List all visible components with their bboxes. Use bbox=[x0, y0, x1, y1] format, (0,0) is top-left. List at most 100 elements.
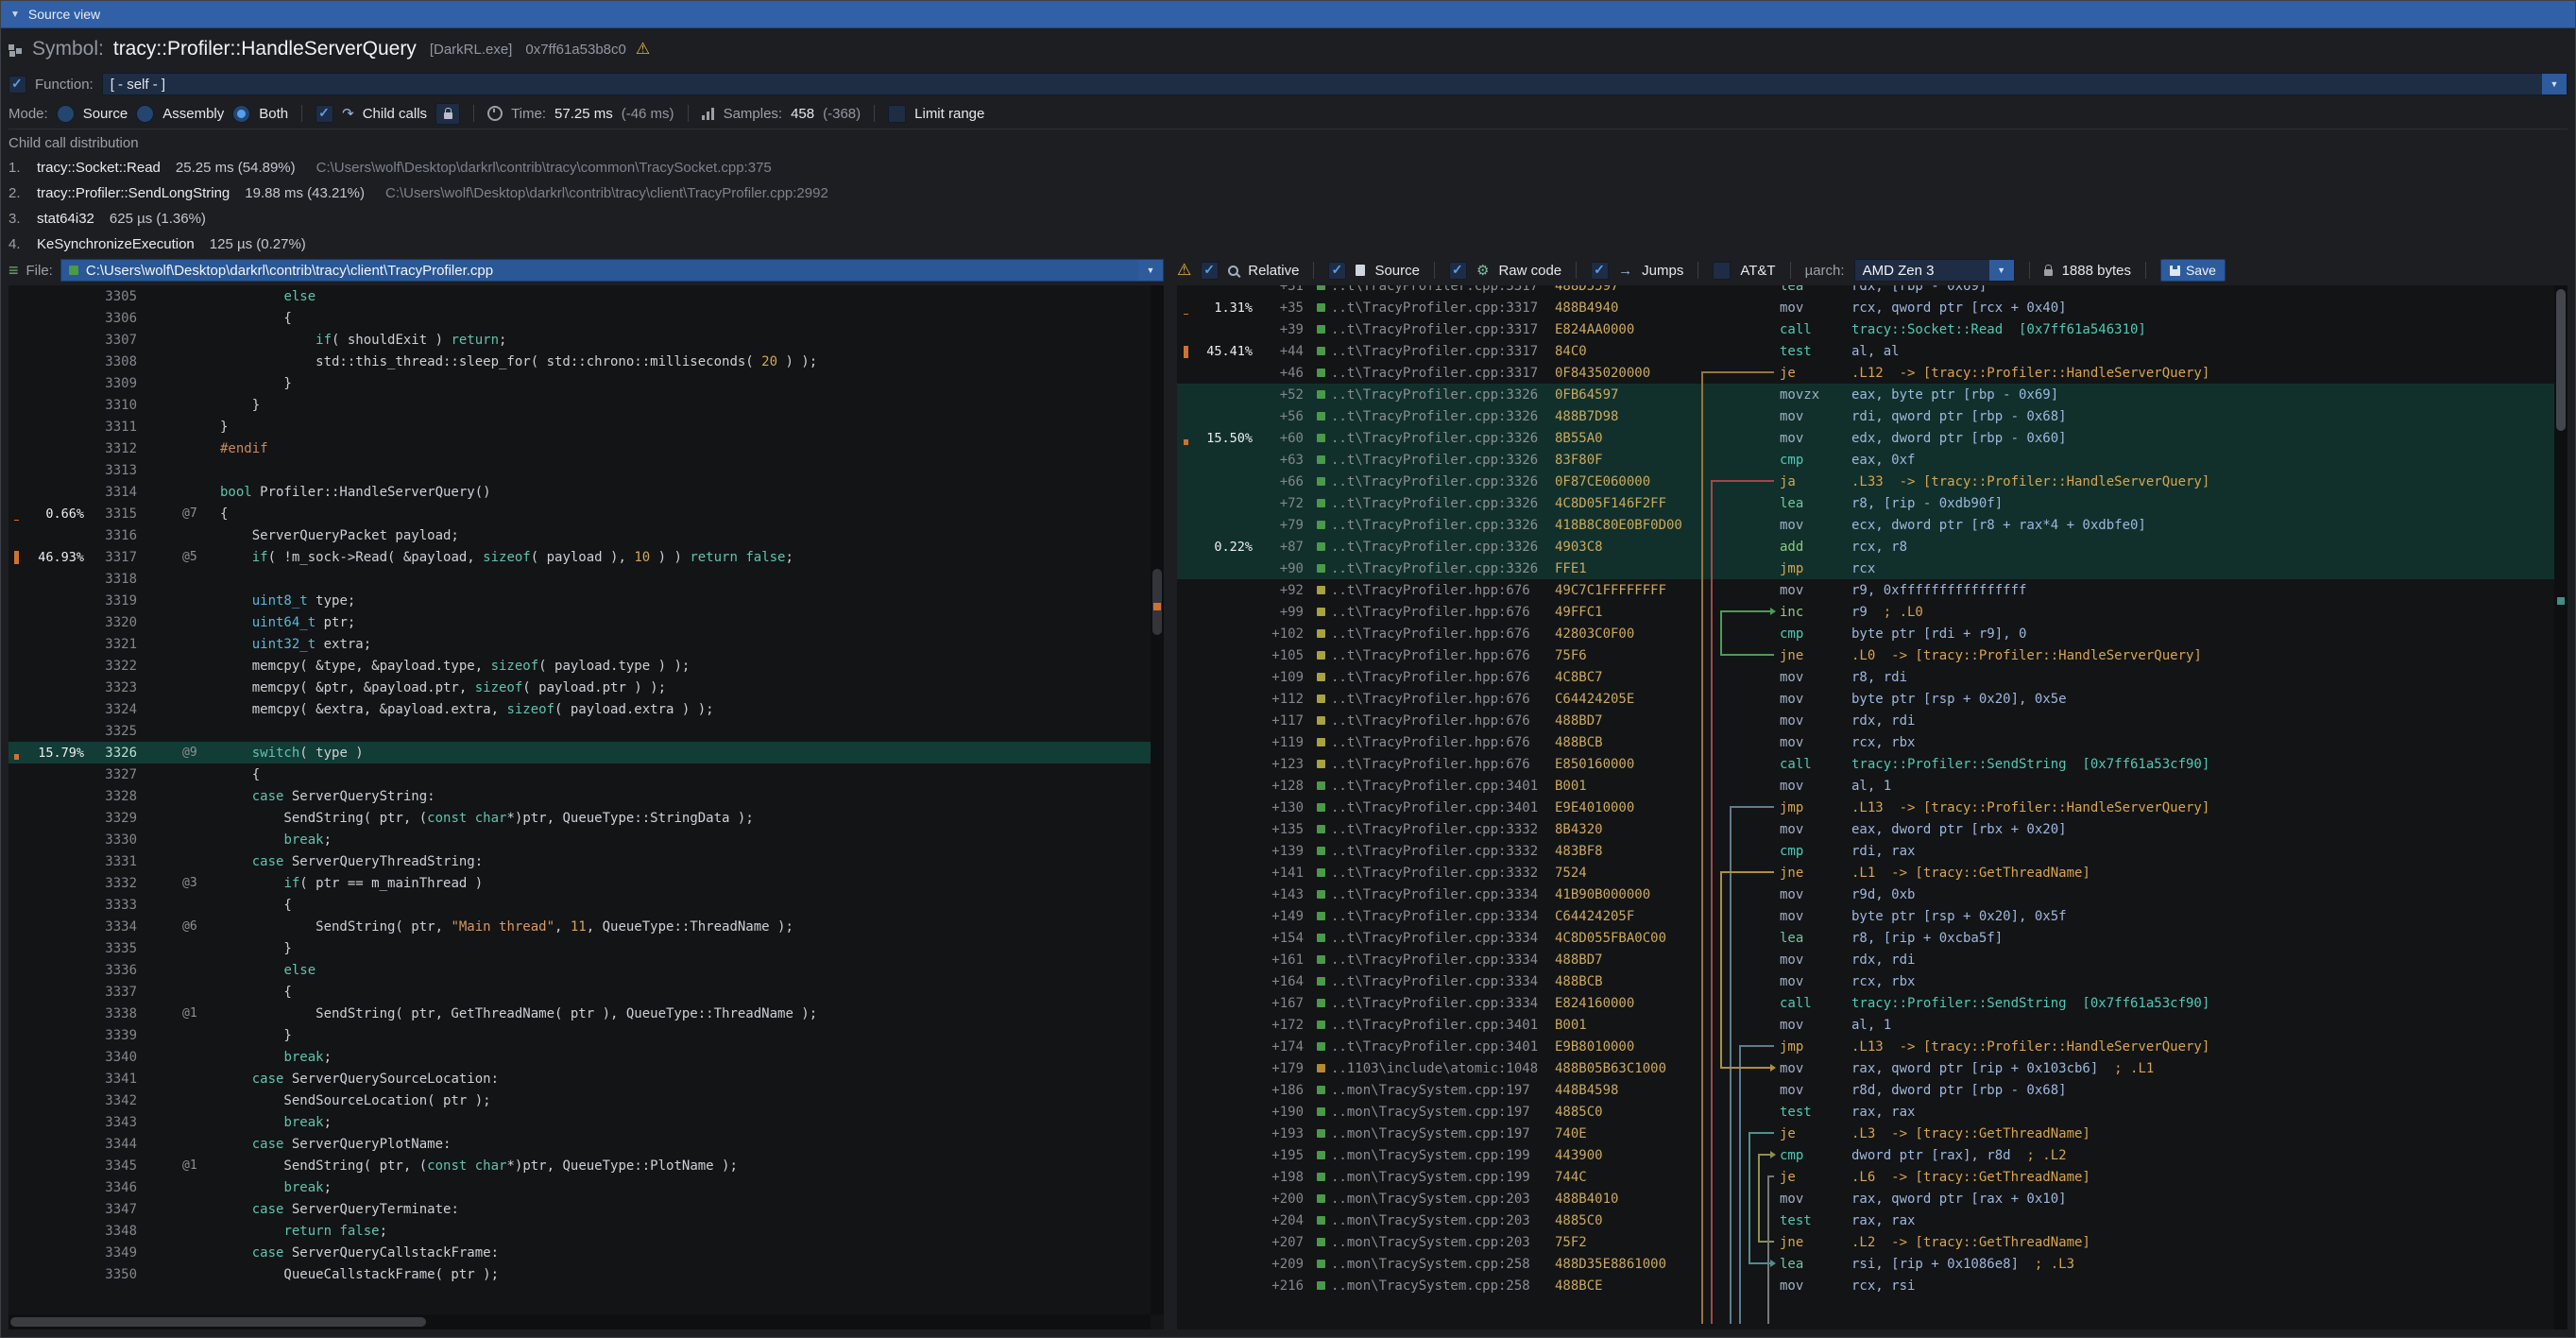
asm-source-location[interactable]: ..mon\TracySystem.cpp:199 bbox=[1304, 1170, 1555, 1185]
collapse-icon[interactable]: ▼ bbox=[10, 9, 20, 20]
asm-source-location[interactable]: ..t\TracyProfiler.cpp:3332 bbox=[1304, 822, 1555, 837]
asm-row[interactable]: +179..1103\include\atomic:1048488B05B63C… bbox=[1177, 1057, 2554, 1079]
source-line[interactable]: 3318 bbox=[9, 568, 1151, 590]
asm-row[interactable]: +143..t\TracyProfiler.cpp:333441B90B0000… bbox=[1177, 883, 2554, 905]
titlebar[interactable]: ▼ Source view bbox=[1, 1, 2575, 28]
asm-source-location[interactable]: ..t\TracyProfiler.cpp:3326 bbox=[1304, 409, 1555, 424]
source-line[interactable]: 15.79%3326@9 switch( type ) bbox=[9, 742, 1151, 763]
source-line[interactable]: 3312#endif bbox=[9, 437, 1151, 459]
source-line[interactable]: 3325 bbox=[9, 720, 1151, 742]
asm-row[interactable]: 0.22%+87..t\TracyProfiler.cpp:33264903C8… bbox=[1177, 536, 2554, 558]
source-line[interactable]: 3319 uint8_t type; bbox=[9, 590, 1151, 611]
source-line[interactable]: 3321 uint32_t extra; bbox=[9, 633, 1151, 655]
source-line[interactable]: 3314bool Profiler::HandleServerQuery() bbox=[9, 481, 1151, 503]
asm-source-location[interactable]: ..t\TracyProfiler.cpp:3317 bbox=[1304, 344, 1555, 359]
asm-source-location[interactable]: ..mon\TracySystem.cpp:197 bbox=[1304, 1083, 1555, 1098]
source-line[interactable]: 3331 case ServerQueryThreadString: bbox=[9, 850, 1151, 872]
asm-row[interactable]: +130..t\TracyProfiler.cpp:3401E9E4010000… bbox=[1177, 797, 2554, 818]
asm-row[interactable]: +209..mon\TracySystem.cpp:258488D35E8861… bbox=[1177, 1253, 2554, 1275]
asm-row[interactable]: 15.50%+60..t\TracyProfiler.cpp:33268B55A… bbox=[1177, 427, 2554, 449]
radio-both[interactable] bbox=[232, 105, 250, 123]
asm-source-location[interactable]: ..mon\TracySystem.cpp:258 bbox=[1304, 1257, 1555, 1272]
asm-row[interactable]: +216..mon\TracySystem.cpp:258488BCEmovrc… bbox=[1177, 1275, 2554, 1296]
asm-source-location[interactable]: ..mon\TracySystem.cpp:199 bbox=[1304, 1148, 1555, 1163]
asm-source-location[interactable]: ..t\TracyProfiler.hpp:676 bbox=[1304, 670, 1555, 685]
asm-row[interactable]: 45.41%+44..t\TracyProfiler.cpp:331784C0t… bbox=[1177, 340, 2554, 362]
source-line[interactable]: 3333 { bbox=[9, 894, 1151, 916]
asm-source-location[interactable]: ..t\TracyProfiler.cpp:3334 bbox=[1304, 952, 1555, 968]
source-line[interactable]: 3323 memcpy( &ptr, &payload.ptr, sizeof(… bbox=[9, 677, 1151, 698]
source-line[interactable]: 3307 if( shouldExit ) return; bbox=[9, 329, 1151, 351]
jumps-checkbox[interactable] bbox=[1591, 262, 1609, 280]
source-line[interactable]: 0.66%3315@7{ bbox=[9, 503, 1151, 524]
radio-source[interactable] bbox=[57, 105, 75, 123]
asm-row[interactable]: +207..mon\TracySystem.cpp:20375F2jne.L2 … bbox=[1177, 1231, 2554, 1253]
asm-row[interactable]: +46..t\TracyProfiler.cpp:33170F843502000… bbox=[1177, 362, 2554, 384]
asm-source-location[interactable]: ..t\TracyProfiler.cpp:3401 bbox=[1304, 779, 1555, 794]
source-line[interactable]: 3342 SendSourceLocation( ptr ); bbox=[9, 1089, 1151, 1111]
source-line[interactable]: 3350 QueueCallstackFrame( ptr ); bbox=[9, 1263, 1151, 1285]
chevron-down-icon[interactable]: ▼ bbox=[2542, 74, 2567, 94]
pane-splitter[interactable] bbox=[1164, 285, 1177, 1329]
source-line[interactable]: 3324 memcpy( &extra, &payload.extra, siz… bbox=[9, 698, 1151, 720]
asm-row[interactable]: +154..t\TracyProfiler.cpp:33344C8D055FBA… bbox=[1177, 927, 2554, 949]
asm-row[interactable]: +52..t\TracyProfiler.cpp:33260FB64597mov… bbox=[1177, 384, 2554, 405]
asm-source-location[interactable]: ..mon\TracySystem.cpp:258 bbox=[1304, 1278, 1555, 1294]
source-line[interactable]: 3320 uint64_t ptr; bbox=[9, 611, 1151, 633]
asm-row[interactable]: +102..t\TracyProfiler.hpp:67642803C0F00c… bbox=[1177, 623, 2554, 644]
asm-source-location[interactable]: ..mon\TracySystem.cpp:197 bbox=[1304, 1126, 1555, 1141]
source-line[interactable]: 3330 break; bbox=[9, 829, 1151, 850]
source-line[interactable]: 3346 break; bbox=[9, 1176, 1151, 1198]
asm-row[interactable]: +164..t\TracyProfiler.cpp:3334488BCBmovr… bbox=[1177, 970, 2554, 992]
asm-row[interactable]: +31..t\TracyProfiler.cpp:3317488D5597lea… bbox=[1177, 285, 2554, 297]
asm-source-location[interactable]: ..t\TracyProfiler.cpp:3326 bbox=[1304, 453, 1555, 468]
source-line[interactable]: 3340 break; bbox=[9, 1046, 1151, 1068]
source-line[interactable]: 3349 case ServerQueryCallstackFrame: bbox=[9, 1242, 1151, 1263]
asm-source-location[interactable]: ..t\TracyProfiler.cpp:3332 bbox=[1304, 866, 1555, 881]
asm-source-location[interactable]: ..t\TracyProfiler.hpp:676 bbox=[1304, 583, 1555, 598]
source-line[interactable]: 3313 bbox=[9, 459, 1151, 481]
source-line[interactable]: 3336 else bbox=[9, 959, 1151, 981]
asm-source-location[interactable]: ..t\TracyProfiler.cpp:3401 bbox=[1304, 1039, 1555, 1055]
function-checkbox[interactable] bbox=[9, 76, 26, 94]
asm-source-location[interactable]: ..t\TracyProfiler.cpp:3332 bbox=[1304, 844, 1555, 859]
source-line[interactable]: 3335 } bbox=[9, 937, 1151, 959]
save-button[interactable]: Save bbox=[2160, 259, 2226, 282]
source-vertical-scrollbar-thumb[interactable] bbox=[1152, 569, 1162, 635]
asm-row[interactable]: +66..t\TracyProfiler.cpp:33260F87CE06000… bbox=[1177, 471, 2554, 492]
asm-source-location[interactable]: ..mon\TracySystem.cpp:203 bbox=[1304, 1213, 1555, 1228]
asm-source-location[interactable]: ..t\TracyProfiler.cpp:3334 bbox=[1304, 974, 1555, 989]
asm-source-location[interactable]: ..t\TracyProfiler.cpp:3326 bbox=[1304, 387, 1555, 403]
asm-row[interactable]: +92..t\TracyProfiler.hpp:67649C7C1FFFFFF… bbox=[1177, 579, 2554, 601]
asm-row[interactable]: +117..t\TracyProfiler.hpp:676488BD7movrd… bbox=[1177, 710, 2554, 731]
asm-source-location[interactable]: ..t\TracyProfiler.hpp:676 bbox=[1304, 713, 1555, 729]
asm-source-location[interactable]: ..t\TracyProfiler.cpp:3334 bbox=[1304, 931, 1555, 946]
asm-row[interactable]: +105..t\TracyProfiler.hpp:67675F6jne.L0 … bbox=[1177, 644, 2554, 666]
source-line[interactable]: 3332@3 if( ptr == m_mainThread ) bbox=[9, 872, 1151, 894]
asm-row[interactable]: +141..t\TracyProfiler.cpp:33327524jne.L1… bbox=[1177, 862, 2554, 883]
asm-row[interactable]: 1.31%+35..t\TracyProfiler.cpp:3317488B49… bbox=[1177, 297, 2554, 318]
asm-source-location[interactable]: ..t\TracyProfiler.cpp:3334 bbox=[1304, 887, 1555, 902]
asm-row[interactable]: +195..mon\TracySystem.cpp:199443900cmpdw… bbox=[1177, 1144, 2554, 1166]
child-call-function[interactable]: KeSynchronizeExecution bbox=[37, 232, 195, 253]
file-combo[interactable]: C:\Users\wolf\Desktop\darkrl\contrib\tra… bbox=[60, 259, 1164, 282]
asm-row[interactable]: +63..t\TracyProfiler.cpp:332683F80Fcmpea… bbox=[1177, 449, 2554, 471]
asm-source-location[interactable]: ..mon\TracySystem.cpp:203 bbox=[1304, 1235, 1555, 1250]
relative-checkbox[interactable] bbox=[1201, 262, 1219, 280]
child-call-function[interactable]: tracy::Socket::Read bbox=[37, 155, 161, 180]
asm-source-location[interactable]: ..t\TracyProfiler.cpp:3326 bbox=[1304, 496, 1555, 511]
source-line[interactable]: 3345@1 SendString( ptr, (const char*)ptr… bbox=[9, 1155, 1151, 1176]
asm-source-location[interactable]: ..mon\TracySystem.cpp:203 bbox=[1304, 1192, 1555, 1207]
asm-row[interactable]: +72..t\TracyProfiler.cpp:33264C8D05F146F… bbox=[1177, 492, 2554, 514]
source-line[interactable]: 3305 else bbox=[9, 285, 1151, 307]
source-line[interactable]: 3322 memcpy( &type, &payload.type, sizeo… bbox=[9, 655, 1151, 677]
asm-row[interactable]: +109..t\TracyProfiler.hpp:6764C8BC7movr8… bbox=[1177, 666, 2554, 688]
source-line[interactable]: 3327 { bbox=[9, 763, 1151, 785]
chevron-down-icon[interactable]: ▼ bbox=[1989, 260, 2014, 281]
asm-source-location[interactable]: ..t\TracyProfiler.cpp:3334 bbox=[1304, 996, 1555, 1011]
asm-row[interactable]: +128..t\TracyProfiler.cpp:3401B001moval,… bbox=[1177, 775, 2554, 797]
asm-row[interactable]: +190..mon\TracySystem.cpp:1974885C0testr… bbox=[1177, 1101, 2554, 1123]
asm-source-location[interactable]: ..t\TracyProfiler.cpp:3326 bbox=[1304, 561, 1555, 576]
source-vertical-scrollbar[interactable] bbox=[1151, 285, 1164, 1314]
source-line[interactable]: 3348 return false; bbox=[9, 1220, 1151, 1242]
